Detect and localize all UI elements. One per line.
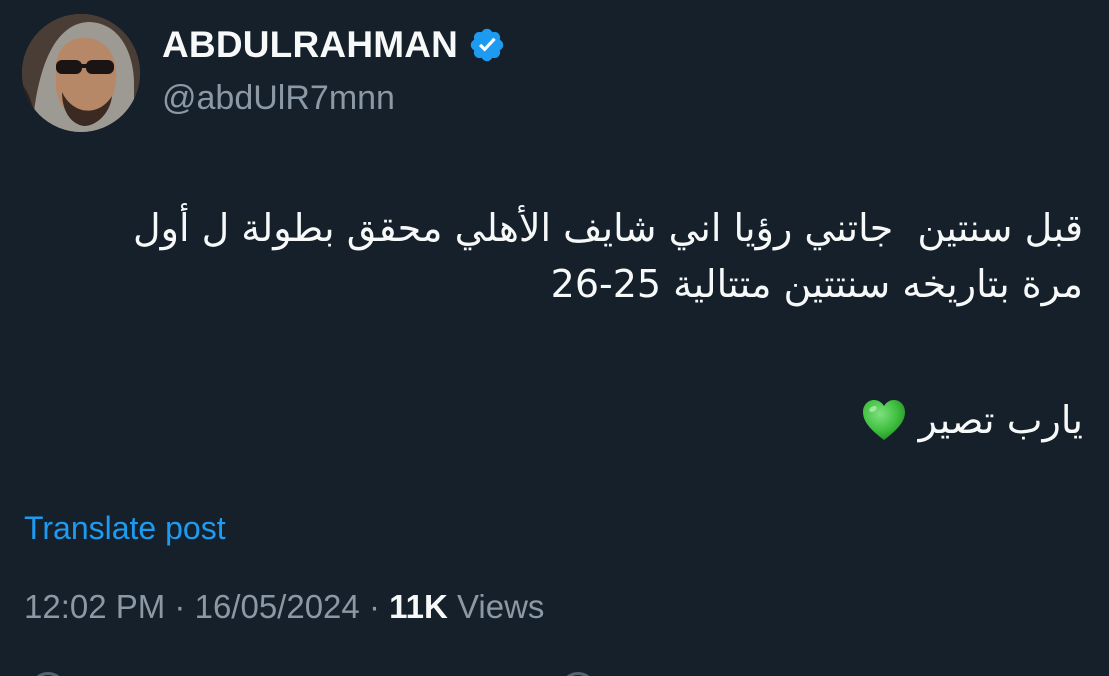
avatar-image	[22, 14, 140, 132]
avatar[interactable]	[22, 14, 140, 132]
action-bar-edge	[0, 668, 1109, 676]
author-display-name[interactable]: ABDULRAHMAN	[162, 24, 506, 66]
translate-post-link[interactable]: Translate post	[24, 510, 226, 547]
verified-badge-icon	[468, 26, 506, 64]
tweet-time[interactable]: 12:02 PM	[24, 588, 165, 626]
tweet-text-line: قبل سنتين جاتني رؤيا اني شايف الأهلي محق…	[133, 206, 1083, 250]
tweet-date[interactable]: 16/05/2024	[195, 588, 360, 626]
green-heart-icon	[861, 398, 907, 442]
author-handle[interactable]: @abdUlR7mnn	[162, 79, 395, 118]
views-label: Views	[457, 588, 545, 625]
tweet-text-paragraph: يارب تصير	[861, 392, 1083, 448]
meta-separator: ·	[368, 588, 380, 625]
meta-separator: ·	[174, 588, 186, 625]
tweet-text-line: مرة بتاريخه سنتتين متتالية 25-26	[550, 262, 1083, 306]
tweet-text: قبل سنتين جاتني رؤيا اني شايف الأهلي محق…	[23, 200, 1083, 312]
author-name-text: ABDULRAHMAN	[162, 24, 459, 65]
tweet-metadata: 12:02 PM · 16/05/2024 · 11K Views	[24, 588, 544, 626]
reply-icon[interactable]	[30, 672, 66, 676]
views-count[interactable]: 11K	[389, 588, 448, 626]
tweet-text-line: يارب تصير	[918, 398, 1083, 442]
like-icon[interactable]	[560, 672, 596, 676]
